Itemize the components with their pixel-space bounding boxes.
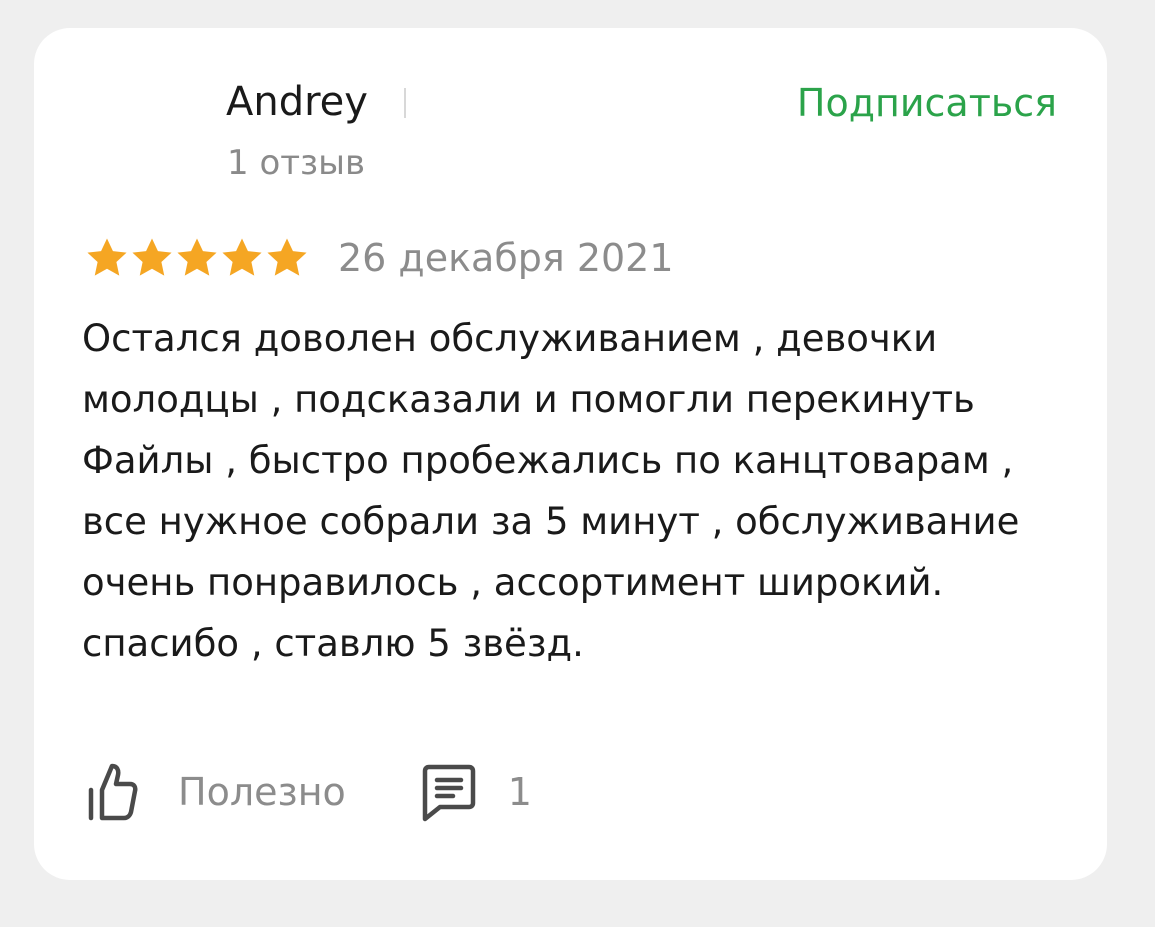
subscribe-button[interactable]: Подписаться xyxy=(797,80,1057,126)
star-icon xyxy=(174,235,220,281)
helpful-button[interactable]: Полезно xyxy=(84,760,346,824)
star-rating xyxy=(84,235,324,281)
review-text: Остался доволен обслуживанием , девочки … xyxy=(82,317,1020,665)
thumbs-up-icon xyxy=(84,760,148,824)
star-icon xyxy=(84,235,130,281)
text-cursor xyxy=(404,88,406,118)
helpful-label: Полезно xyxy=(178,770,346,814)
review-actions: Полезно 1 xyxy=(84,760,532,824)
star-icon xyxy=(264,235,310,281)
comments-count: 1 xyxy=(507,770,532,814)
comment-icon xyxy=(420,761,478,823)
author-review-count: 1 отзыв xyxy=(227,143,366,183)
rating-row: 26 декабря 2021 xyxy=(84,234,674,282)
author-name[interactable]: Andrey xyxy=(226,78,368,126)
review-date: 26 декабря 2021 xyxy=(338,236,674,280)
review-card: Andrey 1 отзыв Подписаться 26 декабря 20… xyxy=(34,28,1107,880)
comments-button[interactable]: 1 xyxy=(420,761,532,823)
star-icon xyxy=(219,235,265,281)
star-icon xyxy=(129,235,175,281)
